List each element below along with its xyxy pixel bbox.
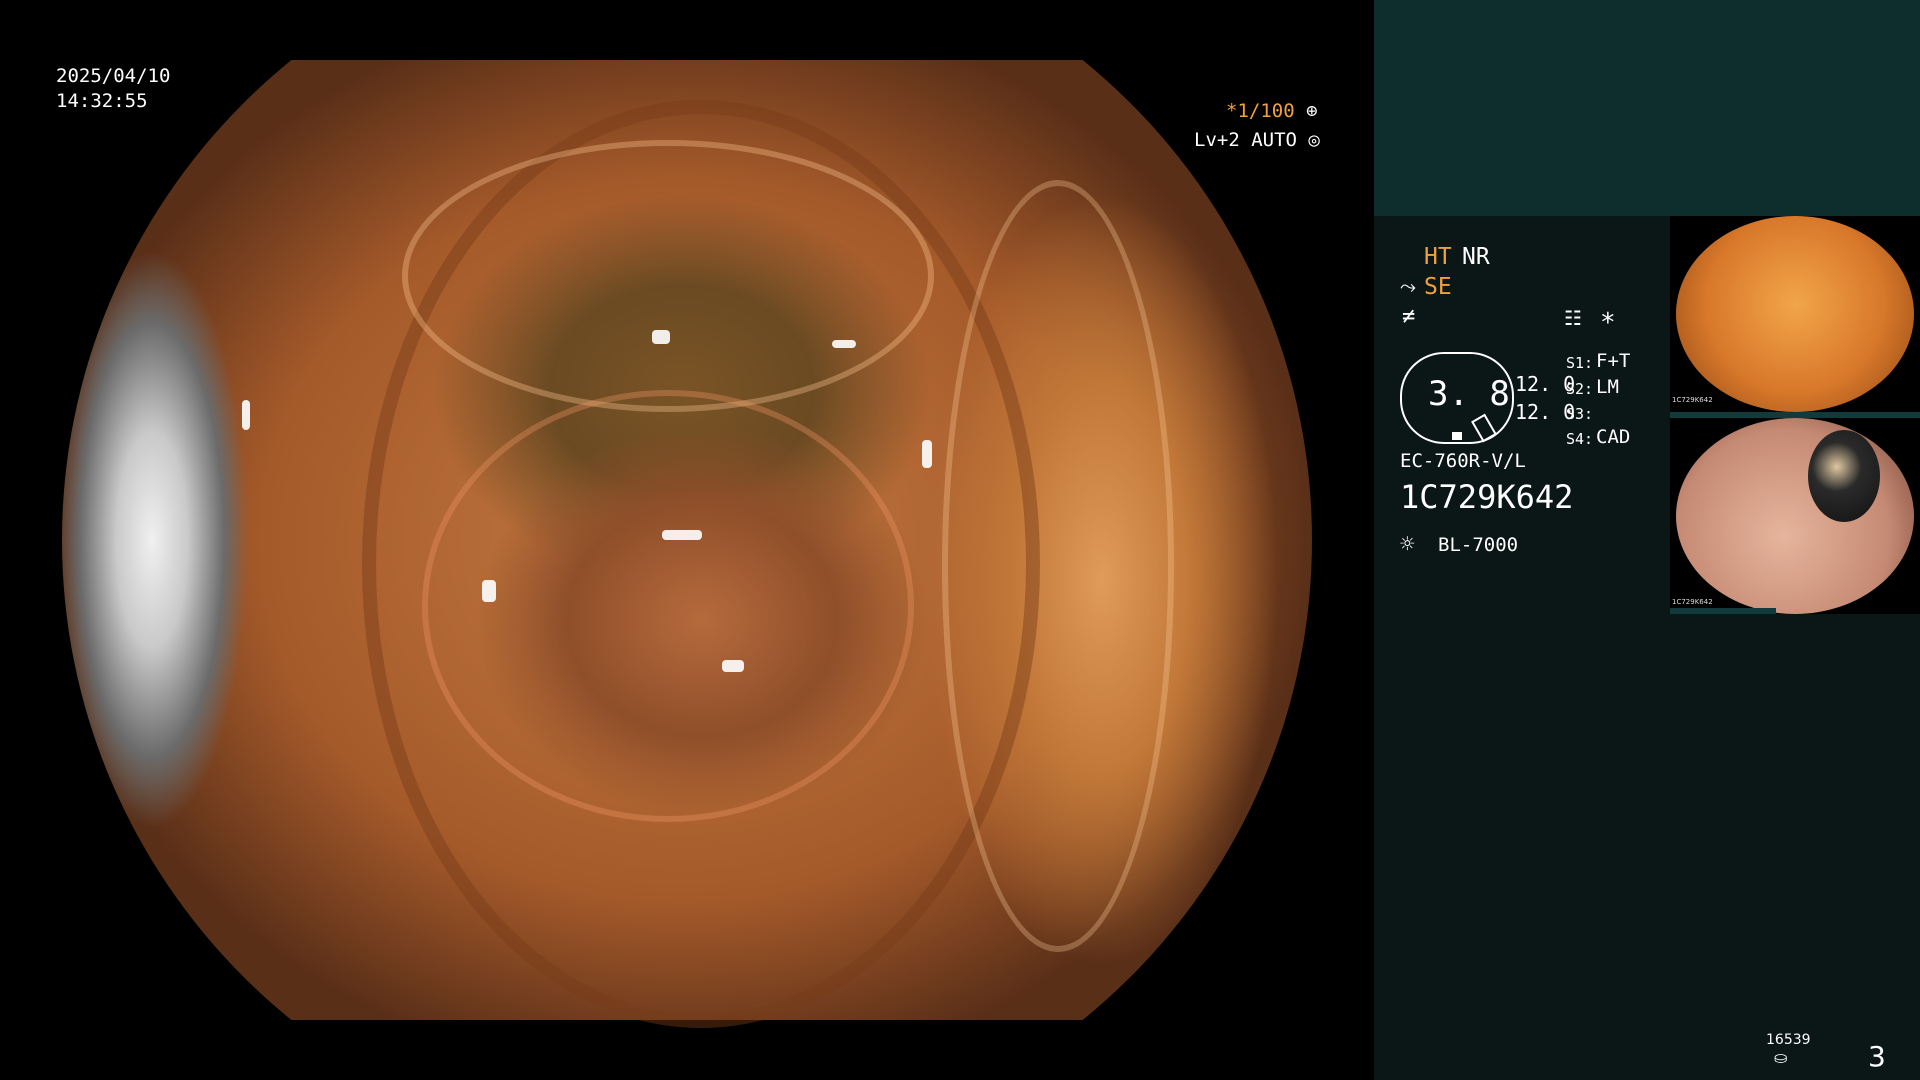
scope-model: EC-760R-V/L xyxy=(1400,450,1526,472)
s3-label: S3: xyxy=(1566,405,1594,423)
s2-value: LM xyxy=(1596,376,1619,398)
thumbnail-serial: 1C729K642 xyxy=(1672,396,1713,404)
ht-indicator: HT xyxy=(1424,244,1452,270)
scope-serial: 1C729K642 xyxy=(1400,478,1574,516)
s4-value: CAD xyxy=(1596,426,1631,448)
light-source: BL-7000 xyxy=(1438,534,1519,556)
light-reflection xyxy=(662,530,702,540)
shutter-speed: *1/100 ⊕ xyxy=(1226,99,1318,123)
s4-label: S4: xyxy=(1566,430,1594,448)
brightness-mode-value: Lv+2 AUTO xyxy=(1194,129,1297,151)
nr-indicator: NR xyxy=(1462,244,1490,270)
light-reflection xyxy=(832,340,856,348)
light-reflection xyxy=(722,660,744,672)
thumbnail-lesion xyxy=(1808,430,1880,522)
shutter-value: *1/100 xyxy=(1226,100,1295,122)
s1-value: F+T xyxy=(1596,350,1631,372)
thumbnail-capture-2[interactable]: 1C729K642 xyxy=(1670,418,1920,614)
light-reflection xyxy=(922,440,932,468)
capture-time: 14:32:55 xyxy=(56,90,148,112)
mucosa-fold xyxy=(422,390,914,822)
star-indicator: * xyxy=(1600,308,1616,338)
light-source-icon: ☼ xyxy=(1400,530,1415,558)
s1-label: S1: xyxy=(1566,354,1594,372)
light-reflection xyxy=(242,400,250,430)
thumbnail-serial: 1C729K642 xyxy=(1672,598,1713,606)
function-icon: ≠ xyxy=(1402,304,1416,329)
image-counter: 16539 xyxy=(1766,1032,1811,1048)
magnification-gauge: 3. 8 xyxy=(1400,352,1514,444)
auto-iris-icon: ◎ xyxy=(1308,129,1320,151)
gauge-marker xyxy=(1452,432,1462,440)
aperture-icon: ⊕ xyxy=(1306,100,1318,122)
settings-list-icon[interactable]: ☷ xyxy=(1564,306,1582,330)
thumbnail-image xyxy=(1676,418,1914,614)
endoscope-view-area: 2025/04/10 14:32:55 *1/100 ⊕ Lv+2 AUTO ◎ xyxy=(0,0,1374,1080)
info-panel-header xyxy=(1374,0,1920,216)
thumbnail-footer xyxy=(1670,608,1776,614)
se-indicator: SE xyxy=(1424,274,1452,300)
page-number: 3 xyxy=(1868,1040,1886,1073)
light-reflection xyxy=(652,330,670,344)
mucosa-fold xyxy=(402,140,934,412)
thumbnail-capture-1[interactable]: 1C729K642 xyxy=(1670,216,1920,412)
thumbnail-image xyxy=(1676,216,1914,412)
s2-label: S2: xyxy=(1566,380,1594,398)
brightness-mode: Lv+2 AUTO ◎ xyxy=(1194,128,1320,152)
mucosa-fold xyxy=(942,180,1174,952)
endoscope-image[interactable] xyxy=(62,60,1312,1028)
gauge-value: 3. 8 xyxy=(1428,374,1510,414)
capture-date: 2025/04/10 xyxy=(56,65,171,87)
se-icon: ⤳ xyxy=(1400,274,1416,298)
light-reflection xyxy=(482,580,496,602)
storage-icon: ⛀ xyxy=(1774,1048,1788,1067)
